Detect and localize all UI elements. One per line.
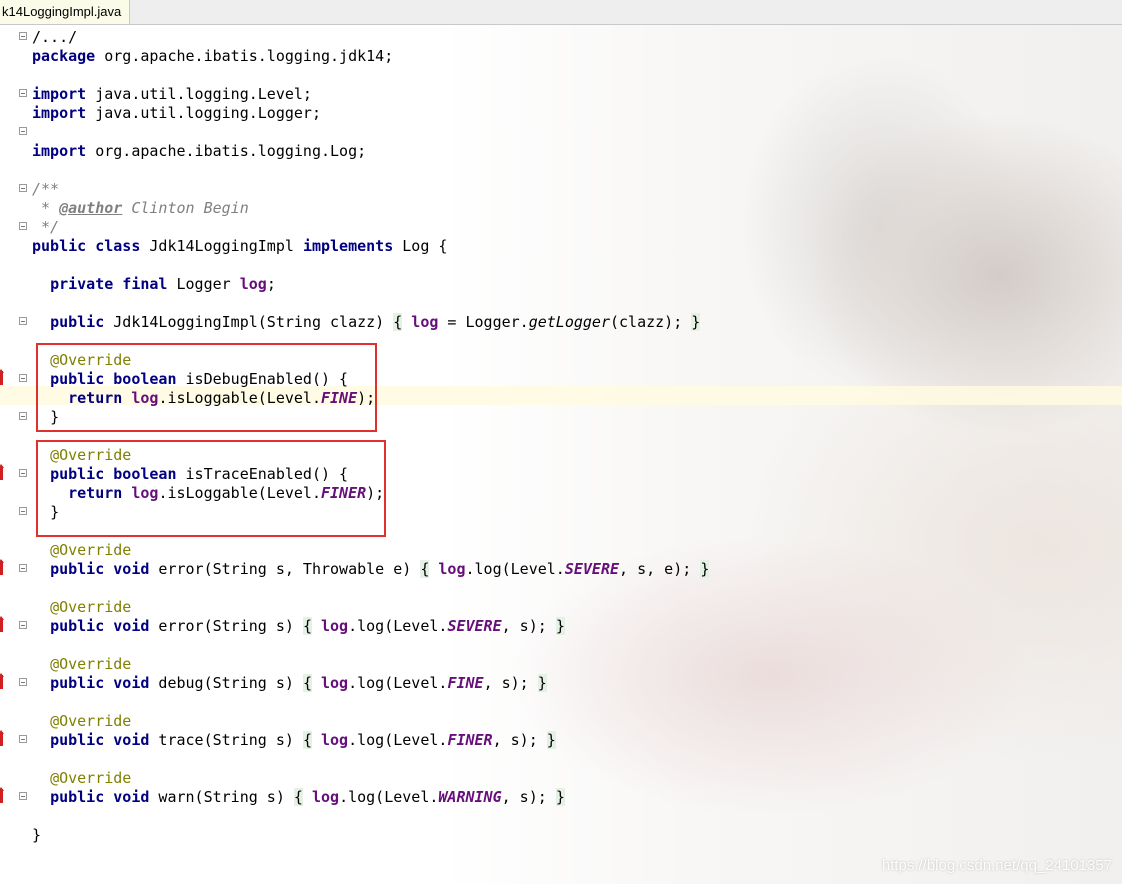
code-line: import org.apache.ibatis.logging.Log; <box>32 142 367 160</box>
override-marker-icon[interactable] <box>0 464 4 480</box>
override-marker-icon[interactable] <box>0 369 4 385</box>
override-marker-icon[interactable] <box>0 787 4 803</box>
code-line: public class Jdk14LoggingImpl implements… <box>32 237 448 255</box>
fold-marker-icon[interactable] <box>19 735 27 743</box>
fold-marker-icon[interactable] <box>19 564 27 572</box>
code-line: public void error(String s, Throwable e)… <box>50 560 710 578</box>
code-line: */ <box>32 218 60 236</box>
fold-marker-icon[interactable] <box>19 127 27 135</box>
fold-marker-icon[interactable] <box>19 374 27 382</box>
code-line: public void warn(String s) { log.log(Lev… <box>50 788 565 806</box>
override-marker-icon[interactable] <box>0 559 4 575</box>
override-marker-icon[interactable] <box>0 730 4 746</box>
code-line: * @author Clinton Begin <box>32 199 249 217</box>
highlight-box-trace <box>36 440 386 537</box>
code-line: @Override <box>50 655 132 673</box>
code-line: private final Logger log; <box>50 275 276 293</box>
fold-marker-icon[interactable] <box>19 184 27 192</box>
fold-marker-icon[interactable] <box>19 222 27 230</box>
code-line: @Override <box>50 712 132 730</box>
fold-marker-icon[interactable] <box>19 317 27 325</box>
code-line: @Override <box>50 541 132 559</box>
code-line: /.../ <box>32 28 78 46</box>
code-line: import java.util.logging.Level; <box>32 85 312 103</box>
fold-marker-icon[interactable] <box>19 792 27 800</box>
gutter <box>0 25 30 884</box>
fold-marker-icon[interactable] <box>19 507 27 515</box>
override-marker-icon[interactable] <box>0 616 4 632</box>
tab-label: k14LoggingImpl.java <box>2 4 122 19</box>
code-line: } <box>32 826 42 844</box>
fold-marker-icon[interactable] <box>19 621 27 629</box>
fold-marker-icon[interactable] <box>19 678 27 686</box>
watermark: https://blog.csdn.net/qq_24101357 <box>881 857 1112 874</box>
code-line: public void trace(String s) { log.log(Le… <box>50 731 556 749</box>
code-line: /** <box>32 180 60 198</box>
code-editor[interactable]: /.../ package org.apache.ibatis.logging.… <box>0 25 1122 884</box>
override-marker-icon[interactable] <box>0 673 4 689</box>
code-line: public void debug(String s) { log.log(Le… <box>50 674 547 692</box>
fold-marker-icon[interactable] <box>19 89 27 97</box>
code-line: @Override <box>50 769 132 787</box>
code-line: package org.apache.ibatis.logging.jdk14; <box>32 47 394 65</box>
fold-marker-icon[interactable] <box>19 412 27 420</box>
editor-tab-bar: k14LoggingImpl.java <box>0 0 1122 25</box>
code-line: public void error(String s) { log.log(Le… <box>50 617 565 635</box>
code-line: public Jdk14LoggingImpl(String clazz) { … <box>50 313 701 331</box>
fold-marker-icon[interactable] <box>19 469 27 477</box>
highlight-box-debug <box>36 343 377 432</box>
fold-marker-icon[interactable] <box>19 32 27 40</box>
tab-file[interactable]: k14LoggingImpl.java <box>0 0 131 24</box>
code-lines[interactable]: /.../ package org.apache.ibatis.logging.… <box>32 28 710 845</box>
code-line: import java.util.logging.Logger; <box>32 104 321 122</box>
code-line: @Override <box>50 598 132 616</box>
